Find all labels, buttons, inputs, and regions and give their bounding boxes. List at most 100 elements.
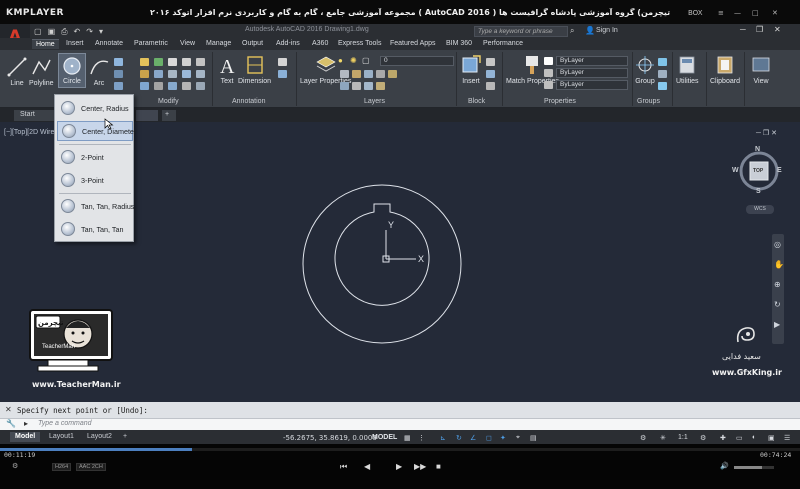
copy-icon[interactable] [140,70,149,78]
customization-icon[interactable]: ☰ [784,434,790,442]
view-button[interactable]: View [750,54,772,86]
chamfer-icon[interactable] [196,82,205,90]
offset-icon[interactable] [182,82,191,90]
tab-bim-360[interactable]: BIM 360 [446,40,472,47]
layer-tool-icon[interactable] [340,82,349,90]
orbit-icon[interactable]: ↻ [774,300,781,309]
group-button[interactable]: Group [634,54,656,86]
tab-layout1[interactable]: Layout1 [44,432,79,442]
previous-button[interactable]: ⏮ [340,462,347,472]
tab-layout2[interactable]: Layout2 [82,432,117,442]
outer-circle[interactable] [302,184,462,344]
light-bulb-icon[interactable]: ● [338,56,343,65]
erase-icon[interactable] [182,58,191,66]
redo-icon[interactable]: ↷ [86,27,93,37]
stretch-icon[interactable] [140,82,149,90]
viewcube-top-face[interactable]: TOP [753,168,763,174]
transparency-icon[interactable]: ▤ [530,434,537,442]
window-minimize-icon[interactable]: ─ [740,25,746,34]
fillet-icon[interactable] [168,70,177,78]
forward-button[interactable]: ▶▶ [414,462,426,471]
tab-output[interactable]: Output [242,40,263,47]
file-tab-start[interactable]: Start [14,110,56,121]
lock-icon[interactable]: ▢ [362,56,370,65]
tab-view[interactable]: View [180,40,195,47]
annotation-scale[interactable]: 1:1 [678,434,688,441]
object-snap-icon[interactable]: ✦ [500,434,506,442]
tab-annotate[interactable]: Annotate [95,40,123,47]
panel-title-annotation[interactable]: Annotation [232,98,265,105]
open-icon[interactable]: ▣ [48,27,56,37]
steering-wheel-icon[interactable]: ◎ [774,240,781,249]
layer-tool-icon[interactable] [364,70,373,78]
isodraft-icon[interactable]: ∠ [470,434,476,442]
annotation-visibility-icon[interactable]: ⚙ [640,434,646,442]
new-file-tab-button[interactable]: + [162,110,176,121]
panel-title-groups[interactable]: Groups [637,98,660,105]
search-input[interactable]: Type a keyword or phrase [474,26,568,37]
tab-parametric[interactable]: Parametric [134,40,168,47]
mirror-icon[interactable] [154,70,163,78]
wcs-menu[interactable]: WCS [746,205,774,214]
undo-icon[interactable]: ↶ [74,27,81,37]
coordinate-readout[interactable]: -56.2675, 35.8619, 0.0000 [283,434,377,442]
dimension-button[interactable]: Dimension [238,54,271,86]
create-block-icon[interactable] [486,58,495,66]
volume-slider[interactable] [734,466,774,469]
layer-tool-icon[interactable] [352,82,361,90]
print-icon[interactable]: ⎙ [61,27,67,37]
viewcube-east[interactable]: E [777,167,782,174]
circle-center-radius-option[interactable]: Center, Radius [57,98,133,118]
leader-icon[interactable] [278,58,287,66]
tab-model[interactable]: Model [10,432,41,442]
edit-block-icon[interactable] [486,70,495,78]
isolate-objects-icon[interactable]: ◐ [752,434,756,441]
grid-icon[interactable]: ▦ [404,434,411,442]
stop-button[interactable]: ■ [436,462,441,471]
circle-tan-tan-radius-option[interactable]: Tan, Tan, Radius [57,196,134,216]
trim-icon[interactable] [168,58,177,66]
showmotion-icon[interactable]: ▶ [774,320,780,329]
layer-tool-icon[interactable] [340,70,349,78]
annotation-monitor-icon[interactable]: ✚ [720,434,726,442]
line-button[interactable]: Line [6,56,28,88]
pan-icon[interactable]: ✋ [774,260,784,269]
text-button[interactable]: A Text [216,54,238,86]
circle-2-point-option[interactable]: 2-Point [57,147,133,167]
annotation-scale-icon[interactable]: ✳ [660,434,666,442]
file-tab-drawing1[interactable] [136,110,158,121]
inner-circle-with-keyway[interactable] [334,203,430,306]
lineweight-toggle-icon[interactable]: ⌖ [516,434,520,442]
layer-tool-icon[interactable] [376,82,385,90]
layer-tool-icon[interactable] [364,82,373,90]
array-icon[interactable] [168,82,177,90]
new-icon[interactable]: ▢ [34,27,42,37]
model-space-toggle[interactable]: MODEL [372,434,397,441]
panel-title-modify[interactable]: Modify [158,98,179,105]
viewport-window-buttons[interactable]: ─ ❐ ✕ [756,129,777,137]
polar-icon[interactable]: ↻ [456,434,462,442]
snap-icon[interactable]: ⋮ [418,434,425,442]
viewcube-north[interactable]: N [755,146,760,153]
object-snap-tracking-icon[interactable]: ◻ [486,434,492,442]
rewind-button[interactable]: ◀ [364,462,370,471]
play-button[interactable]: ▶ [396,462,402,471]
fullscreen-icon[interactable]: ▣ [768,434,775,442]
utilities-button[interactable]: Utilities [676,54,699,86]
window-close-icon[interactable]: ✕ [774,25,781,34]
ungroup-icon[interactable] [658,58,667,66]
window-restore-icon[interactable]: ❐ [756,25,763,34]
tab-a360[interactable]: A360 [312,40,328,47]
sign-in-button[interactable]: Sign In [596,27,618,34]
circle-button[interactable]: Circle [58,53,86,88]
polyline-button[interactable]: Polyline [29,56,54,88]
circle-center-diameter-option[interactable]: Center, Diameter [57,121,136,141]
linetype-dropdown[interactable]: ByLayer [556,80,628,90]
attribute-icon[interactable] [486,82,495,90]
customize-icon[interactable]: 🔧 [6,419,16,428]
move-icon[interactable] [140,58,149,66]
break-icon[interactable] [196,58,205,66]
layer-tool-icon[interactable] [352,70,361,78]
box-button[interactable]: BOX [688,9,703,17]
tab-add-ins[interactable]: Add-ins [276,40,300,47]
